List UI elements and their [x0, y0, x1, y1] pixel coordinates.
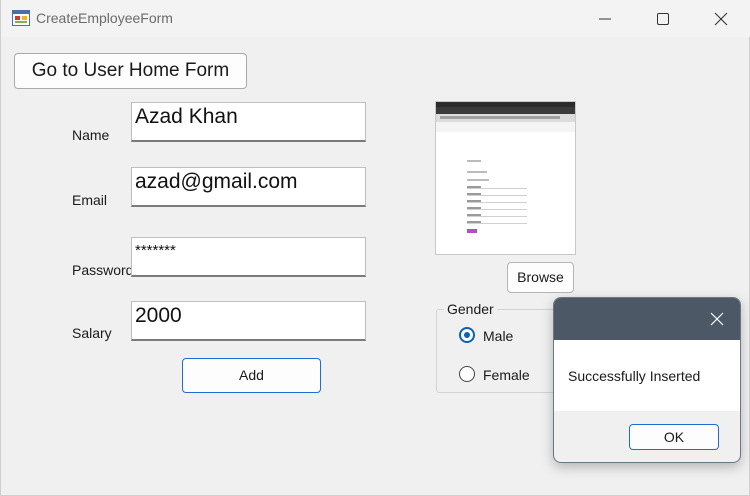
create-employee-window: CreateEmployeeForm Go to User Home Form …: [0, 0, 750, 496]
close-window-button[interactable]: [692, 0, 750, 37]
male-radio-label[interactable]: Male: [483, 328, 513, 344]
password-input[interactable]: *******: [131, 237, 366, 277]
ok-button[interactable]: OK: [629, 424, 719, 450]
add-button[interactable]: Add: [182, 358, 321, 393]
female-radio-label[interactable]: Female: [483, 367, 530, 383]
minimize-icon: [599, 18, 611, 20]
salary-label: Salary: [72, 325, 112, 341]
close-icon: [714, 12, 728, 26]
close-icon: [710, 312, 724, 326]
message-box-dialog: Successfully Inserted OK: [553, 297, 741, 463]
email-input[interactable]: azad@gmail.com: [131, 167, 366, 207]
app-form-icon: [12, 10, 30, 26]
screenshot-thumbnail-image: [436, 102, 575, 254]
minimize-button[interactable]: [576, 0, 634, 37]
gender-group-title: Gender: [444, 301, 497, 317]
go-to-user-home-button[interactable]: Go to User Home Form: [14, 53, 247, 89]
dialog-title-bar[interactable]: [554, 298, 740, 340]
dialog-message: Successfully Inserted: [568, 368, 701, 384]
password-label: Password: [72, 262, 134, 278]
browse-button[interactable]: Browse: [507, 262, 574, 293]
image-preview: [435, 101, 576, 255]
salary-input[interactable]: 2000: [131, 301, 366, 341]
male-radio[interactable]: [459, 327, 475, 343]
window-title: CreateEmployeeForm: [36, 10, 173, 26]
email-label: Email: [72, 192, 108, 208]
title-bar[interactable]: CreateEmployeeForm: [1, 0, 750, 37]
name-label: Name: [72, 127, 110, 143]
dialog-close-button[interactable]: [702, 308, 732, 330]
maximize-icon: [657, 13, 669, 25]
maximize-button[interactable]: [634, 0, 692, 37]
female-radio[interactable]: [459, 366, 475, 382]
name-input[interactable]: Azad Khan: [131, 102, 366, 142]
